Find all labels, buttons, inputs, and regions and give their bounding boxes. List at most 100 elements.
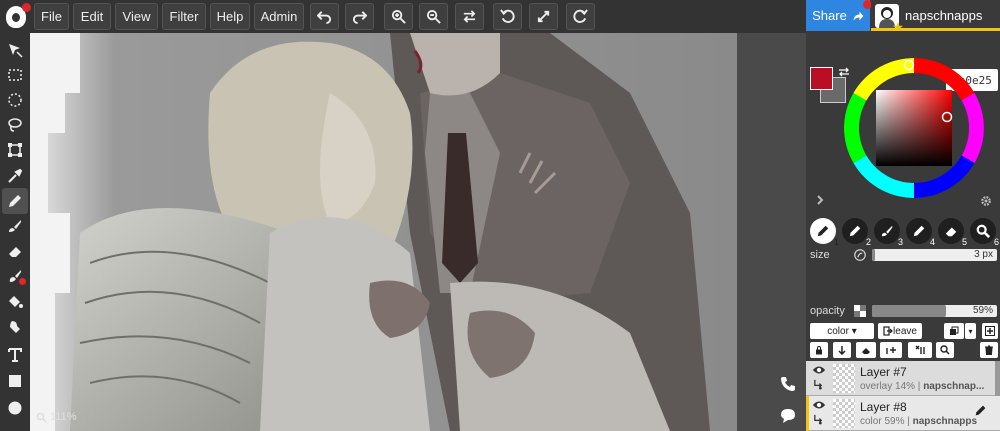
right-panel: Share napschnapps ba0e25 1 2 3 4 5 6 siz… — [806, 0, 1000, 431]
move-tool[interactable] — [2, 37, 28, 63]
edit-pencil-icon[interactable] — [974, 404, 987, 417]
rect-shape-tool[interactable] — [2, 368, 28, 394]
redo-button[interactable] — [345, 3, 374, 30]
smudge-tool[interactable] — [2, 314, 28, 340]
pen-icon — [817, 225, 829, 237]
merge-layer-button[interactable] — [880, 342, 902, 358]
brush-preset-1[interactable]: 1 — [810, 218, 839, 247]
pressure-icon[interactable] — [854, 249, 866, 261]
merge-down-button[interactable] — [833, 342, 851, 358]
brush-preset-4[interactable]: 4 — [906, 218, 935, 247]
zoom-magnifier-icon — [36, 412, 47, 423]
visibility-eye-icon[interactable] — [812, 364, 826, 376]
rotate-right-button[interactable] — [566, 3, 595, 30]
swap-horizontal-icon — [463, 10, 476, 23]
drawing-canvas[interactable] — [30, 33, 737, 431]
duplicate-layer-button[interactable] — [944, 323, 964, 339]
brush-preset-3[interactable]: 3 — [874, 218, 903, 247]
app-window: File Edit View Filter Help Admin 111% Sh… — [0, 0, 1000, 431]
delete-layer-button[interactable] — [980, 342, 998, 358]
lock-layer-button[interactable] — [810, 342, 828, 358]
brush-preset-5[interactable]: 5 — [938, 218, 967, 247]
layer-name: Layer #7 — [860, 365, 907, 379]
zoom-in-icon — [391, 9, 406, 24]
caret-down-icon: ▾ — [968, 326, 973, 336]
fill-tool[interactable] — [2, 289, 28, 315]
transform-icon — [8, 143, 22, 157]
color-picker-area: ba0e25 — [806, 31, 1000, 219]
layer-owner: napschnap... — [923, 381, 985, 392]
layer-options-icon[interactable] — [813, 379, 824, 390]
layer-item[interactable]: Layer #7 overlay 14% | napschnap... — [806, 361, 1000, 396]
move-icon — [9, 44, 23, 58]
rotate-left-button[interactable] — [493, 3, 522, 30]
clear-layer-button[interactable] — [856, 342, 876, 358]
fullscreen-button[interactable] — [529, 3, 558, 30]
size-value: 3 px — [974, 249, 993, 260]
layer-options-icon[interactable] — [813, 414, 824, 425]
flip-button[interactable] — [455, 3, 484, 30]
layer-item-selected[interactable]: Layer #8 color 59% | napschnapps — [806, 396, 1000, 431]
primary-color-swatch[interactable] — [810, 67, 833, 90]
rect-select-icon — [8, 69, 22, 81]
eraser-icon — [945, 227, 957, 237]
zoom-level: 111% — [50, 411, 77, 423]
search-icon — [940, 345, 950, 355]
menu-view[interactable]: View — [115, 3, 158, 30]
layer-owner: napschnapps — [912, 416, 978, 427]
brush-tool[interactable] — [2, 213, 28, 239]
plus-icon — [985, 326, 995, 336]
layer-menu-dropdown[interactable]: ▾ — [965, 323, 976, 339]
share-button[interactable]: Share — [806, 0, 872, 31]
menu-admin[interactable]: Admin — [254, 3, 304, 30]
checker-icon[interactable] — [854, 305, 866, 317]
layers-scrollbar[interactable] — [995, 361, 1000, 396]
leave-button[interactable]: leave — [878, 323, 922, 339]
undo-button[interactable] — [310, 3, 339, 30]
zoom-out-icon — [426, 9, 441, 24]
ellipse-shape-tool[interactable] — [2, 395, 28, 421]
blend-tool[interactable] — [2, 263, 28, 289]
menu-file[interactable]: File — [34, 3, 69, 30]
chat-button[interactable] — [778, 406, 798, 426]
menu-edit[interactable]: Edit — [73, 3, 111, 30]
eyedropper-tool[interactable] — [2, 163, 28, 189]
add-layer-button[interactable] — [982, 323, 998, 339]
pen-tool[interactable] — [2, 188, 28, 214]
lasso-tool[interactable] — [2, 112, 28, 138]
settings-gear-icon[interactable] — [980, 195, 992, 207]
app-logo[interactable] — [0, 0, 32, 33]
size-control: size 3 px — [806, 246, 1000, 264]
ellipse-select-tool[interactable] — [2, 87, 28, 113]
layers-toolbar: opacity 59% color ▾ leave ▾ — [806, 296, 1000, 360]
layer-search-button[interactable] — [936, 342, 954, 358]
opacity-slider[interactable]: 59% — [872, 305, 997, 317]
size-slider[interactable]: 3 px — [872, 249, 997, 261]
text-tool[interactable] — [2, 342, 28, 368]
transform-tool[interactable] — [2, 137, 28, 163]
rect-select-tool[interactable] — [2, 62, 28, 88]
arrow-down-icon — [838, 346, 846, 355]
expand-chevron-icon[interactable] — [816, 195, 824, 205]
menu-filter[interactable]: Filter — [162, 3, 206, 30]
zoom-in-button[interactable] — [384, 3, 413, 30]
menu-help[interactable]: Help — [210, 3, 250, 30]
layer-thumbnail — [833, 399, 855, 428]
zoom-indicator[interactable]: 111% — [36, 411, 77, 423]
rotate-right-icon — [573, 9, 588, 23]
call-button[interactable] — [778, 374, 798, 394]
username: napschnapps — [905, 8, 983, 23]
blend-mode-select[interactable]: color ▾ — [810, 323, 874, 339]
fullscreen-icon — [537, 10, 550, 23]
layer-meta: overlay 14% | napschnap... — [860, 381, 985, 392]
smudge-icon — [10, 321, 20, 333]
brush-preset-2[interactable]: 2 — [842, 218, 871, 247]
brush-preset-6[interactable]: 6 — [970, 218, 999, 247]
user-account[interactable]: napschnapps — [871, 0, 1000, 32]
redo-icon — [352, 11, 367, 24]
clipping-mask-button[interactable] — [908, 342, 932, 358]
visibility-eye-icon[interactable] — [812, 399, 826, 411]
eraser-tool[interactable] — [2, 238, 28, 264]
color-wheel[interactable] — [844, 58, 984, 198]
zoom-out-button[interactable] — [419, 3, 448, 30]
